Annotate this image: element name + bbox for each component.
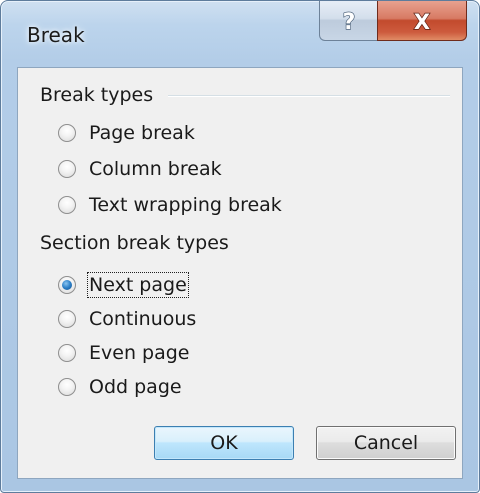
radio-text-wrapping-break[interactable]: Text wrapping break — [58, 190, 282, 220]
radio-next-page[interactable]: Next page — [58, 270, 189, 300]
radio-label: Odd page — [89, 376, 182, 398]
dialog-title: Break — [27, 23, 85, 47]
break-types-separator — [168, 95, 450, 97]
radio-label: Next page — [87, 272, 189, 298]
radio-page-break[interactable]: Page break — [58, 118, 195, 148]
svg-text:X: X — [414, 10, 430, 32]
title-bar[interactable]: Break ? X — [1, 1, 479, 67]
svg-text:?: ? — [342, 10, 355, 34]
radio-button[interactable] — [58, 124, 76, 142]
radio-label: Text wrapping break — [89, 194, 282, 216]
radio-button[interactable] — [58, 160, 76, 178]
break-types-label: Break types — [40, 84, 154, 106]
radio-label: Page break — [89, 122, 195, 144]
radio-label: Even page — [89, 342, 190, 364]
dialog-content: Break types Page break Column break Text… — [17, 67, 463, 479]
break-dialog: Break ? X Break types Page break Column … — [0, 0, 480, 493]
radio-column-break[interactable]: Column break — [58, 154, 222, 184]
radio-continuous[interactable]: Continuous — [58, 304, 196, 334]
radio-button[interactable] — [58, 344, 76, 362]
radio-button[interactable] — [58, 378, 76, 396]
radio-button[interactable] — [58, 310, 76, 328]
section-break-types-label: Section break types — [40, 232, 229, 254]
radio-even-page[interactable]: Even page — [58, 338, 189, 368]
cancel-button[interactable]: Cancel — [316, 426, 456, 460]
radio-button[interactable] — [58, 196, 76, 214]
radio-button-selected[interactable] — [58, 276, 76, 294]
close-icon: X — [413, 10, 431, 32]
radio-label: Column break — [89, 158, 222, 180]
help-icon: ? — [342, 9, 356, 34]
close-button[interactable]: X — [377, 1, 467, 41]
radio-label: Continuous — [89, 308, 197, 330]
caption-buttons: ? X — [319, 1, 467, 41]
ok-button[interactable]: OK — [154, 426, 294, 460]
radio-odd-page[interactable]: Odd page — [58, 372, 182, 402]
help-button[interactable]: ? — [319, 1, 377, 41]
